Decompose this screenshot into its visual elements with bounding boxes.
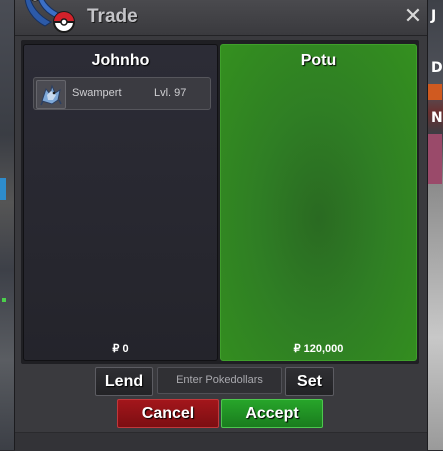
pokemon-name: Swampert xyxy=(72,87,122,99)
partner-trainer-name: Potu xyxy=(300,52,337,69)
background-letter: J xyxy=(431,8,437,24)
pokedollars-input[interactable] xyxy=(157,367,282,394)
background-green-marker xyxy=(2,298,6,302)
lend-button[interactable]: Lend xyxy=(95,367,153,396)
pokeball-logo-icon xyxy=(24,0,75,33)
offered-pokemon-slot[interactable]: Swampert Lvl. 97 xyxy=(33,77,211,110)
my-trainer-name: Johnho xyxy=(91,52,150,69)
swampert-sprite-icon xyxy=(36,80,66,109)
window-title: Trade xyxy=(87,6,138,27)
accept-button[interactable]: Accept xyxy=(221,399,323,428)
my-offer-panel: Johnho Swampert Lvl. 97 ₽ 0 xyxy=(23,44,218,361)
partner-offer-panel: Potu ₽ 120,000 xyxy=(220,44,417,361)
game-background-left xyxy=(0,0,14,450)
background-sprite xyxy=(428,134,442,184)
pokemon-level: Lvl. 97 xyxy=(154,87,187,99)
close-icon[interactable]: ✕ xyxy=(403,5,423,29)
set-money-button[interactable]: Set xyxy=(285,367,334,396)
game-background-right: J D N xyxy=(426,0,443,450)
my-offered-money: ₽ 0 xyxy=(112,343,129,355)
background-letter: D xyxy=(431,60,443,76)
window-bottom-bar xyxy=(15,432,427,451)
title-bar[interactable]: Trade ✕ xyxy=(15,0,427,36)
trade-offers-frame: Johnho Swampert Lvl. 97 ₽ 0 Potu ₽ 120,0… xyxy=(21,40,419,364)
background-letter: N xyxy=(431,110,443,126)
partner-offered-money: ₽ 120,000 xyxy=(293,343,344,355)
cancel-button[interactable]: Cancel xyxy=(117,399,219,428)
background-sprite xyxy=(428,84,442,100)
background-blue-marker xyxy=(0,178,6,200)
trade-window: Trade ✕ Johnho Swampert Lvl. 97 ₽ 0 Potu… xyxy=(14,0,428,451)
